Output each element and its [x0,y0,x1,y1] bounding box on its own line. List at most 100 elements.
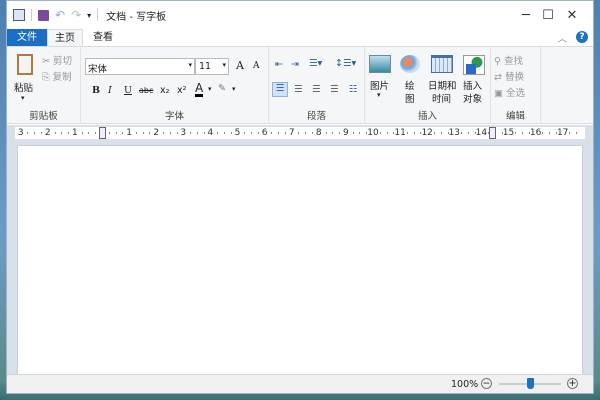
ruler-tick [257,132,259,134]
zoom-in-button[interactable]: + [567,378,578,389]
wordpad-window: ↶ ↷ ▾ 文档 - 写字板 ─ ☐ ✕ 文件 主页 查看 ︿ ? 粘贴 ▾ ✂… [6,0,594,394]
ruler-tick [142,132,144,134]
ruler-number: 1 [72,128,78,138]
align-right-button[interactable]: ☰ [312,84,321,95]
decrease-indent-icon[interactable]: ⇤ [275,59,283,70]
tab-home[interactable]: 主页 [47,29,83,47]
object-label-2: 对象 [463,94,483,105]
zoom-slider[interactable] [499,378,561,389]
insert-picture-button[interactable]: 图片 ▾ [367,53,393,105]
italic-button[interactable]: I [108,85,112,96]
ruler-tick [549,132,551,134]
underline-button[interactable]: U [124,85,132,96]
find-button[interactable]: ⚲ 查找 [494,53,523,67]
select-all-icon: ▣ [494,88,503,99]
align-left-button[interactable]: ☰ [272,82,288,97]
zoom-slider-thumb[interactable] [527,378,534,389]
ruler-tick [54,132,56,134]
ruler-number: 1 [126,128,132,138]
close-button[interactable]: ✕ [549,1,595,29]
copy-button[interactable]: ⎘ 复制 [42,69,72,83]
superscript-button[interactable]: x² [177,85,186,96]
help-icon[interactable]: ? [576,31,588,43]
ruler-number: 15 [502,128,515,138]
select-all-label: 全选 [506,88,526,99]
zoom-out-button[interactable]: − [481,378,492,389]
replace-button[interactable]: ⇄ 替换 [494,69,524,83]
grow-font-button[interactable]: A [236,59,244,72]
ruler-tick [393,132,395,134]
align-center-button[interactable]: ☰ [294,84,303,95]
justify-button[interactable]: ☰ [330,84,339,95]
ruler-tick [203,132,205,134]
ruler-tick [278,132,280,134]
chevron-down-icon[interactable]: ▾ [208,85,212,93]
font-family-select[interactable]: 宋体 ▾ [85,58,195,75]
ruler-tick [501,132,503,134]
ruler-number: 5 [234,128,241,138]
chevron-down-icon[interactable]: ▾ [232,85,236,93]
ruler-tick [433,132,435,134]
window-title: 文档 - 写字板 [106,11,167,23]
ruler-number: 2 [44,128,51,138]
right-indent-marker[interactable] [489,127,497,139]
paragraph-group-label: 段落 [306,111,326,122]
paste-button[interactable]: 粘贴 ▾ [11,51,39,111]
customize-toolbar-icon[interactable]: ▾ [87,11,91,20]
bullets-icon[interactable]: ☰▾ [309,58,322,69]
shrink-font-button[interactable]: A [253,61,260,71]
ruler[interactable]: 3 2 1 1 2 3 4 5 6 7 8 9 10 11 12 13 14 15 16 17 [7,125,593,141]
ruler-tick [81,132,83,134]
status-bar: 100% − + [7,374,593,393]
copy-label: 复制 [52,72,72,83]
font-size-select[interactable]: 11 ▾ [195,58,229,75]
highlight-icon[interactable]: ✎ [218,83,226,94]
ruler-tick [149,132,151,134]
ruler-tick [95,132,97,134]
app-icon[interactable] [13,9,25,21]
strikethrough-button[interactable]: abc [139,86,153,95]
left-indent-marker[interactable] [99,127,106,139]
ruler-number: 14 [475,128,488,138]
chevron-down-icon: ▾ [377,91,381,99]
ruler-tick [135,132,137,134]
collapse-ribbon-icon[interactable]: ︿ [557,31,567,45]
select-all-button[interactable]: ▣ 全选 [494,85,525,99]
paint-label: 绘 [405,81,415,92]
increase-indent-icon[interactable]: ⇥ [291,59,299,70]
ruler-number: 3 [180,128,187,138]
paint-label-2: 图 [405,94,415,105]
ruler-tick [115,132,117,134]
font-size-value: 11 [199,61,212,72]
object-label: 插入 [463,81,483,92]
ruler-tick [244,132,246,134]
insert-group: 图片 ▾ 绘 图 日期和 时间 插入 对象 插入 [365,47,491,124]
ruler-number: 7 [288,128,295,138]
ruler-tick [41,132,43,134]
ruler-track[interactable]: 3 2 1 1 2 3 4 5 6 7 8 9 10 11 12 13 14 15 16 17 [15,127,585,139]
bold-button[interactable]: B [92,85,100,96]
insert-object-button[interactable]: 插入 对象 [461,53,487,105]
tab-view[interactable]: 查看 [85,29,121,46]
insert-datetime-button[interactable]: 日期和 时间 [427,53,457,105]
picture-icon [369,55,391,73]
paint-drawing-button[interactable]: 绘 图 [397,53,423,105]
cut-button[interactable]: ✂ 剪切 [42,53,72,67]
paragraph-settings-icon[interactable]: ☷ [349,84,358,95]
document-page[interactable] [17,145,583,376]
ruler-tick [474,132,476,134]
ruler-tick [406,132,408,134]
text-color-button[interactable]: A [195,82,204,97]
undo-icon[interactable]: ↶ [55,8,65,22]
redo-icon[interactable]: ↷ [71,8,81,22]
line-spacing-icon[interactable]: ↕☰▾ [335,58,356,69]
ruler-tick [298,132,300,134]
font-group-label: 字体 [164,111,184,122]
tab-file[interactable]: 文件 [7,29,47,46]
ruler-tick [176,132,178,134]
insert-group-label: 插入 [417,111,437,122]
ruler-tick [379,132,381,134]
ruler-number: 6 [261,128,268,138]
subscript-button[interactable]: x₂ [160,85,169,96]
save-icon[interactable] [38,9,49,21]
